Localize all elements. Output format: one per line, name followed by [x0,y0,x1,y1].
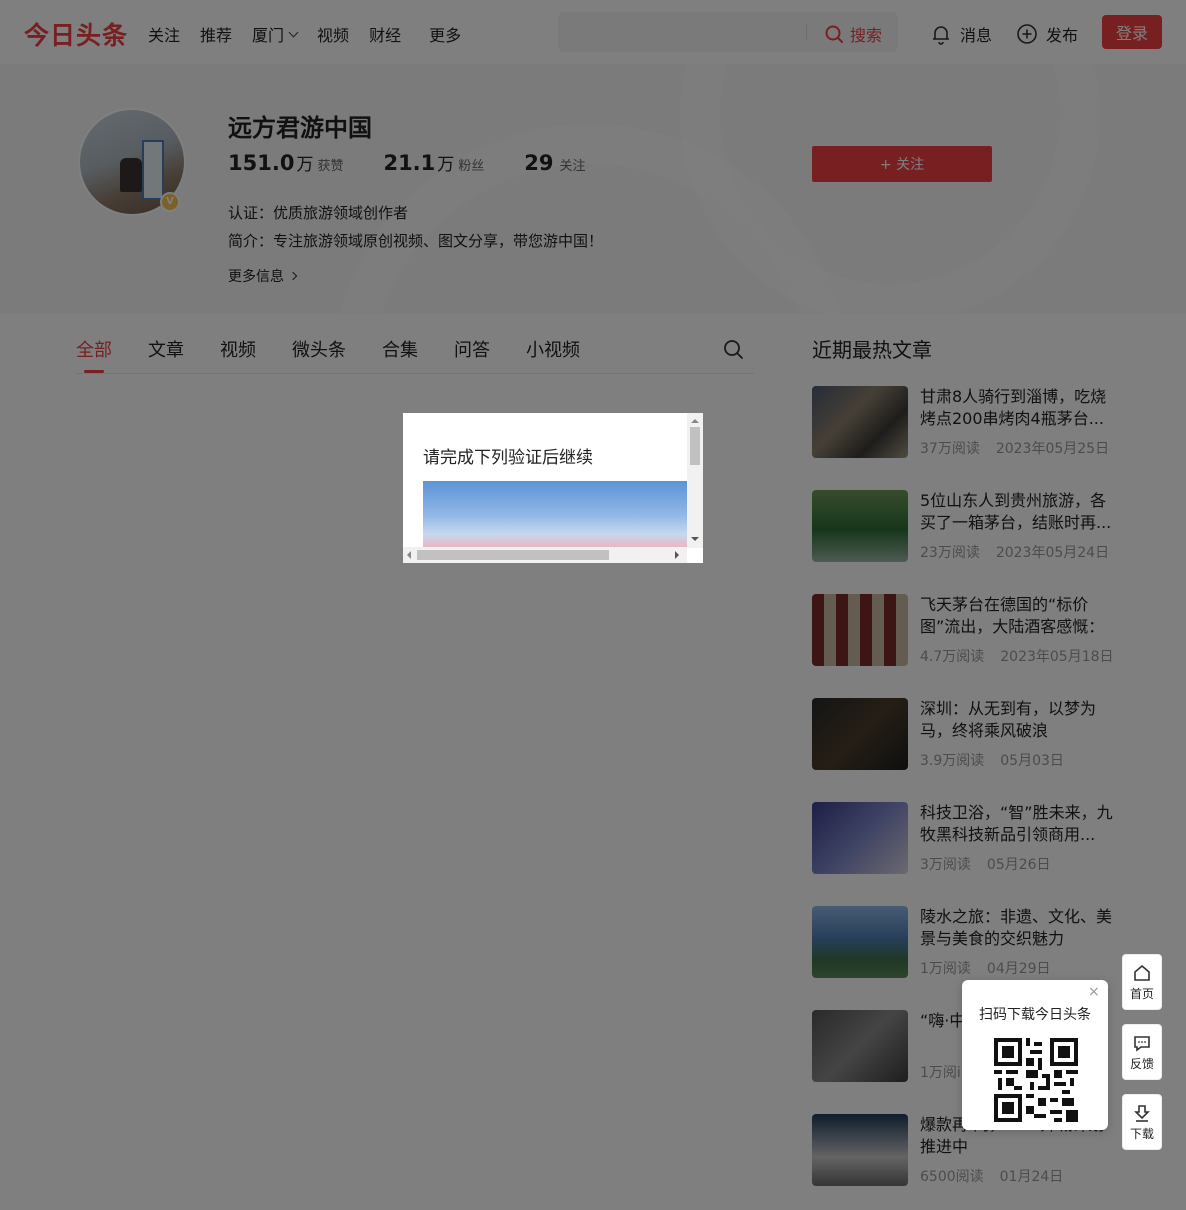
captcha-image[interactable] [423,481,688,547]
qr-download-popup: × 扫码下载今日头条 [962,980,1108,1130]
scroll-left-icon[interactable] [403,551,411,559]
scrollbar-thumb[interactable] [690,427,700,465]
modal-title: 请完成下列验证后继续 [423,448,593,468]
feedback-button[interactable]: 反馈 [1122,1024,1162,1080]
qr-code-icon [994,1038,1078,1122]
scrollbar-thumb[interactable] [417,550,609,560]
modal-horizontal-scrollbar[interactable] [403,547,687,563]
home-icon [1134,964,1150,981]
scroll-right-icon[interactable] [675,551,683,559]
verification-modal: 请完成下列验证后继续 [403,413,703,563]
download-label: 下载 [1129,1126,1154,1141]
qr-title: 扫码下载今日头条 [979,1007,1091,1023]
download-icon [1134,1104,1150,1122]
home-button[interactable]: 首页 [1122,954,1162,1010]
scroll-down-icon[interactable] [691,537,699,545]
modal-vertical-scrollbar[interactable] [687,413,703,548]
scroll-up-icon[interactable] [691,415,699,423]
download-button[interactable]: 下载 [1122,1094,1162,1150]
home-label: 首页 [1129,986,1154,1001]
feedback-label: 反馈 [1129,1056,1154,1071]
comment-icon [1134,1035,1150,1052]
close-icon[interactable]: × [1088,984,1100,1000]
